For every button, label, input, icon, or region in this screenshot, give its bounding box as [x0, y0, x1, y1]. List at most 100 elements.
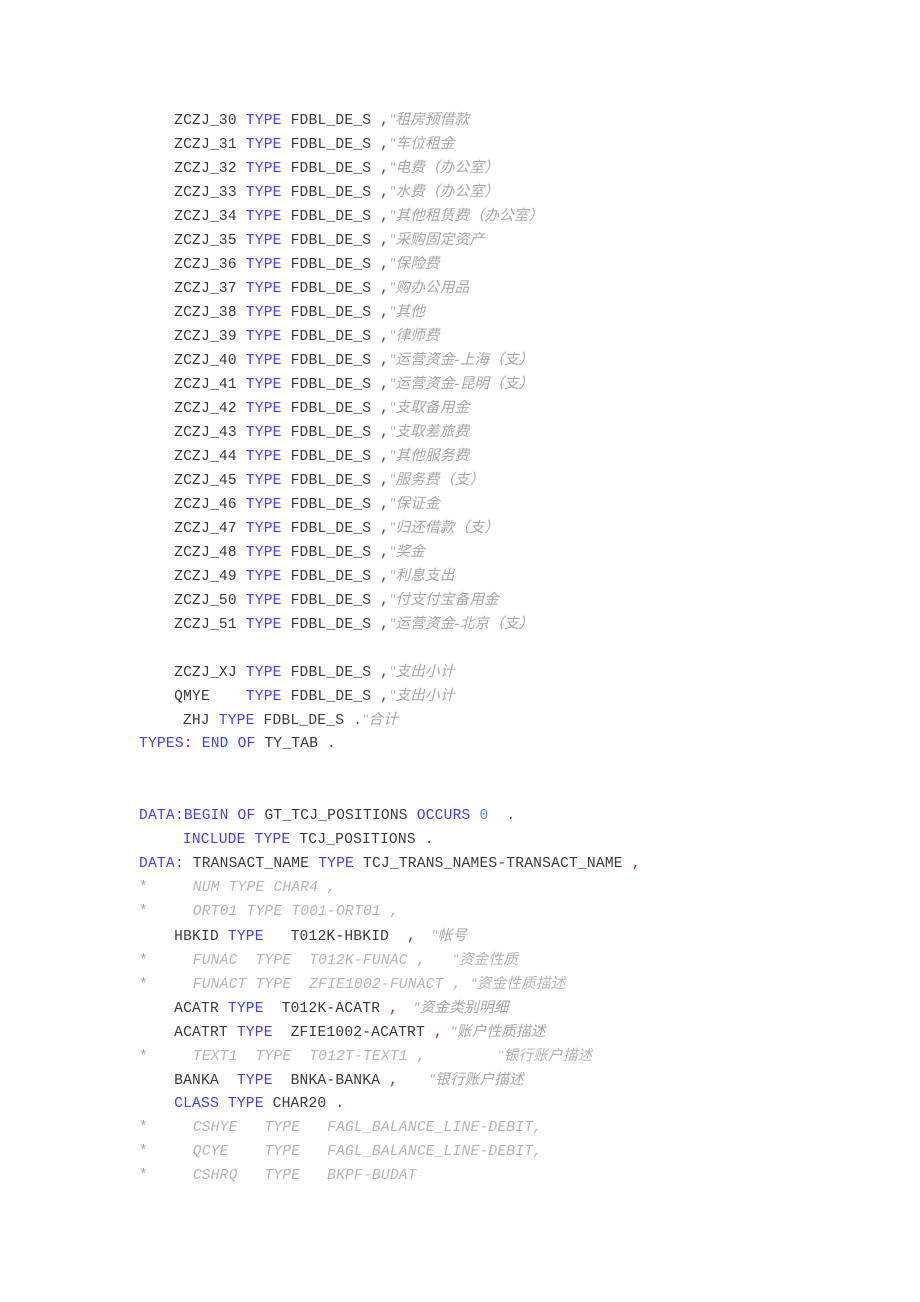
- code-token-keyword: TYPE: [245, 305, 282, 321]
- code-token-plain: CHAR20: [263, 1096, 336, 1112]
- code-token-keyword: OCCURS: [416, 808, 471, 824]
- code-token-keyword: TYPE: [245, 281, 282, 297]
- code-token-plain: FDBL_DE_S: [281, 425, 381, 441]
- code-token-keyword: TYPE: [245, 545, 282, 561]
- code-line: ZCZJ_34 TYPE FDBL_DE_S ,"其他租赁费（办公室）: [139, 204, 899, 228]
- code-token-punct: ,: [380, 617, 390, 633]
- code-token-commented: NUM TYPE CHAR4 ,: [147, 880, 337, 896]
- code-token-punct: ,: [380, 449, 390, 465]
- code-token-punct: ,: [433, 1025, 443, 1041]
- code-token-plain: BANKA: [174, 1073, 237, 1089]
- code-token-plain: FDBL_DE_S: [281, 473, 381, 489]
- code-token-punct: .: [506, 808, 516, 824]
- code-token-comment: "帐号: [416, 928, 468, 944]
- code-line: HBKID TYPE T012K-HBKID , "帐号: [139, 924, 899, 948]
- code-token-keyword: TYPE: [227, 929, 264, 945]
- code-token-keyword: TYPE: [318, 856, 355, 872]
- code-token-punct: ,: [380, 521, 390, 537]
- code-token-commented: ORT01 TYPE T001-ORT01 ,: [147, 904, 399, 920]
- code-token-plain: ZCZJ_46: [174, 497, 246, 513]
- code-token-plain: ZCZJ_35: [174, 233, 246, 249]
- code-token-plain: ZCZJ_41: [174, 377, 246, 393]
- code-token-commented: "资金性质: [452, 952, 519, 968]
- code-token-keyword: DATA: [139, 808, 175, 824]
- code-line: * NUM TYPE CHAR4 ,: [139, 876, 899, 900]
- code-line: ZCZJ_35 TYPE FDBL_DE_S ,"采购固定资产: [139, 228, 899, 252]
- code-token-plain: FDBL_DE_S: [281, 401, 381, 417]
- code-token-comment: "其他: [389, 304, 426, 320]
- code-token-plain: ZCZJ_38: [174, 305, 246, 321]
- code-line: * FUNAC TYPE T012K-FUNAC , "资金性质: [139, 948, 899, 972]
- code-token-plain: ZCZJ_XJ: [174, 665, 246, 681]
- code-token-plain: FDBL_DE_S: [281, 353, 381, 369]
- code-token-plain: FDBL_DE_S: [281, 161, 381, 177]
- code-token-star: *: [139, 977, 148, 993]
- code-token-comment: "运营资金-北京（支）: [389, 616, 534, 632]
- code-token-comment: "支取备用金: [389, 400, 470, 416]
- code-line: ZHJ TYPE FDBL_DE_S ."合计: [139, 708, 899, 732]
- code-token-keyword: TYPES: [139, 736, 184, 752]
- code-listing[interactable]: ZCZJ_30 TYPE FDBL_DE_S ,"租房预借款 ZCZJ_31 TY…: [139, 108, 899, 1188]
- code-token-plain: T012K-ACATR: [263, 1001, 390, 1017]
- code-token-plain: ACATRT: [174, 1025, 237, 1041]
- code-token-star: *: [139, 1120, 148, 1136]
- code-token-punct: ,: [380, 161, 390, 177]
- code-token-punct: ,: [380, 209, 390, 225]
- code-token-punct: .: [353, 713, 363, 729]
- code-token-punct: ,: [380, 401, 390, 417]
- code-token-plain: FDBL_DE_S: [281, 233, 381, 249]
- code-token-comment: "运营资金-昆明（支）: [389, 376, 534, 392]
- code-token-commented: "资金性质描述: [470, 976, 566, 992]
- code-token-plain: ZCZJ_43: [174, 425, 246, 441]
- code-line: ZCZJ_41 TYPE FDBL_DE_S ,"运营资金-昆明（支）: [139, 372, 899, 396]
- document-page: ZCZJ_30 TYPE FDBL_DE_S ,"租房预借款 ZCZJ_31 TY…: [0, 0, 920, 1302]
- code-line: BANKA TYPE BNKA-BANKA , "银行账户描述: [139, 1068, 899, 1092]
- code-token-comment: "银行账户描述: [398, 1072, 524, 1088]
- code-token-commented: FUNACT TYPE ZFIE1002-FUNACT ,: [147, 977, 471, 993]
- code-token-punct: ,: [380, 257, 390, 273]
- code-token-plain: FDBL_DE_S: [281, 617, 381, 633]
- code-token-plain: GT_TCJ_POSITIONS: [255, 808, 417, 824]
- code-token-star: *: [139, 953, 148, 969]
- code-line: * CSHYE TYPE FAGL_BALANCE_LINE-DEBIT,: [139, 1116, 899, 1140]
- code-token-comment: "归还借款（支）: [389, 520, 500, 536]
- code-token-plain: FDBL_DE_S: [281, 449, 381, 465]
- code-line: ZCZJ_44 TYPE FDBL_DE_S ,"其他服务费: [139, 444, 899, 468]
- code-token-plain: ZCZJ_51: [174, 617, 246, 633]
- code-token-plain: ZCZJ_48: [174, 545, 246, 561]
- code-token-punct: .: [335, 1096, 345, 1112]
- code-token-commented: CSHYE TYPE FAGL_BALANCE_LINE-DEBIT,: [147, 1120, 543, 1136]
- code-line: ZCZJ_42 TYPE FDBL_DE_S ,"支取备用金: [139, 396, 899, 420]
- code-token-punct: ,: [380, 353, 390, 369]
- code-token-commented: TEXT1 TYPE T012T-TEXT1 ,: [147, 1049, 498, 1065]
- code-line: * FUNACT TYPE ZFIE1002-FUNACT , "资金性质描述: [139, 972, 899, 996]
- code-line: ACATR TYPE T012K-ACATR , "资金类别明细: [139, 996, 899, 1020]
- code-token-keyword: TYPE: [245, 449, 282, 465]
- code-token-plain: ZCZJ_32: [174, 161, 246, 177]
- code-token-punct: ,: [380, 497, 390, 513]
- code-token-plain: ZCZJ_40: [174, 353, 246, 369]
- code-token-punct: ,: [380, 545, 390, 561]
- code-token-comment: "保证金: [389, 496, 440, 512]
- code-line: * QCYE TYPE FAGL_BALANCE_LINE-DEBIT,: [139, 1140, 899, 1164]
- code-token-comment: "购办公用品: [389, 280, 470, 296]
- code-line: ZCZJ_51 TYPE FDBL_DE_S ,"运营资金-北京（支）: [139, 612, 899, 636]
- code-token-plain: FDBL_DE_S: [281, 377, 381, 393]
- code-token-plain: FDBL_DE_S: [281, 569, 381, 585]
- code-token-commented: FUNAC TYPE T012K-FUNAC ,: [147, 953, 453, 969]
- code-token-keyword: TYPE: [245, 569, 282, 585]
- code-token-comment: "保险费: [389, 256, 440, 272]
- code-token-plain: ZCZJ_31: [174, 137, 246, 153]
- code-token-plain: ZCZJ_44: [174, 449, 246, 465]
- code-token-keyword: TYPE: [245, 425, 282, 441]
- code-token-punct: ,: [380, 137, 390, 153]
- code-line: ZCZJ_33 TYPE FDBL_DE_S ,"水费（办公室）: [139, 180, 899, 204]
- code-token-keyword: TYPE: [245, 353, 282, 369]
- code-line: ZCZJ_39 TYPE FDBL_DE_S ,"律师费: [139, 324, 899, 348]
- code-token-plain: FDBL_DE_S: [281, 257, 381, 273]
- code-token-comment: "其他服务费: [389, 448, 470, 464]
- code-line: ZCZJ_48 TYPE FDBL_DE_S ,"奖金: [139, 540, 899, 564]
- code-token-keyword: TYPE: [245, 113, 282, 129]
- code-token-plain: ZCZJ_49: [174, 569, 246, 585]
- code-token-plain: T012K-HBKID: [263, 929, 408, 945]
